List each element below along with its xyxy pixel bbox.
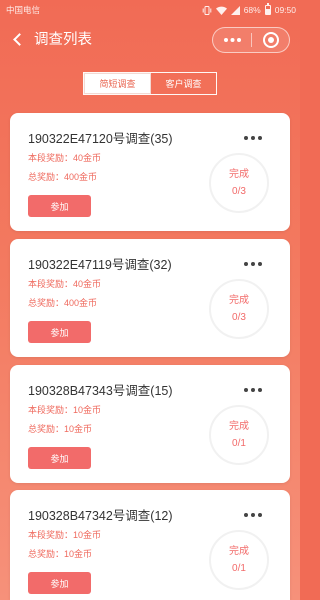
battery-icon [264, 3, 271, 15]
completion-label: 完成 [229, 169, 249, 180]
survey-title: 190328B47342号调查(12) [28, 509, 173, 523]
survey-title: 190322E47119号调查(32) [28, 258, 172, 272]
segment-reward: 本段奖励：10金币 [28, 529, 101, 541]
tab-customer-survey[interactable]: 客户调查 [151, 73, 216, 94]
survey-card: 190322E47119号调查(32) 本段奖励：40金币 总奖励：400金币 … [10, 239, 290, 357]
segment-reward-value: 10金币 [73, 530, 102, 540]
total-reward: 总奖励：10金币 [28, 548, 92, 560]
battery-level [265, 8, 270, 14]
total-reward-value: 10金币 [64, 424, 93, 434]
completion-progress: 0/3 [232, 186, 246, 197]
tab-short-survey[interactable]: 简短调查 [84, 73, 151, 94]
more-icon[interactable] [244, 262, 248, 266]
join-button[interactable]: 参加 [28, 321, 91, 343]
completion-circle: 完成 0/3 [209, 279, 269, 339]
battery-percent: 68% [243, 5, 261, 15]
completion-label: 完成 [229, 421, 249, 432]
page-title: 调查列表 [34, 32, 92, 48]
total-reward: 总奖励：400金币 [28, 297, 97, 309]
total-reward-value: 400金币 [64, 172, 98, 182]
segment-reward-label: 本段奖励： [28, 153, 74, 163]
segment-reward-value: 40金币 [73, 279, 102, 289]
segment-reward: 本段奖励：10金币 [28, 404, 101, 416]
total-reward-label: 总奖励： [28, 424, 65, 434]
wifi-icon [215, 6, 227, 15]
segment-reward-value: 10金币 [73, 405, 102, 415]
mini-program-capsule [212, 27, 290, 53]
status-bar: 中国电信 68% 09:50 [0, 0, 300, 20]
status-icons: 68% 09:50 [202, 3, 296, 15]
completion-progress: 0/1 [232, 563, 246, 574]
more-icon[interactable] [244, 388, 248, 392]
total-reward-label: 总奖励： [28, 549, 65, 559]
survey-type-tabs: 简短调查 客户调查 [83, 72, 217, 95]
total-reward-label: 总奖励： [28, 298, 65, 308]
completion-label: 完成 [229, 295, 249, 306]
more-dots [224, 38, 228, 42]
more-icon[interactable] [244, 136, 248, 140]
more-dots-icon[interactable] [213, 28, 251, 52]
segment-reward: 本段奖励：40金币 [28, 152, 101, 164]
clock: 09:50 [274, 5, 296, 15]
completion-progress: 0/1 [232, 438, 246, 449]
segment-reward-label: 本段奖励： [28, 530, 74, 540]
survey-title: 190322E47120号调查(35) [28, 132, 173, 146]
total-reward: 总奖励：400金币 [28, 171, 97, 183]
back-chevron [13, 33, 26, 46]
segment-reward-label: 本段奖励： [28, 279, 74, 289]
completion-circle: 完成 0/3 [209, 153, 269, 213]
completion-progress: 0/3 [232, 312, 246, 323]
segment-reward-value: 40金币 [73, 153, 102, 163]
more-icon[interactable] [244, 513, 248, 517]
carrier-name: 中国电信 [6, 5, 41, 15]
total-reward-label: 总奖励： [28, 172, 65, 182]
segment-reward: 本段奖励：40金币 [28, 278, 101, 290]
chevron-left-icon[interactable] [8, 30, 28, 50]
survey-card: 190328B47342号调查(12) 本段奖励：10金币 总奖励：10金币 参… [10, 490, 290, 600]
completion-label: 完成 [229, 546, 249, 557]
survey-list-screen: 中国电信 68% 09:50 调查列表 简短调查 客户调查 190322E471… [0, 0, 300, 600]
join-button[interactable]: 参加 [28, 572, 91, 594]
signal-icon [230, 5, 240, 15]
join-button[interactable]: 参加 [28, 447, 91, 469]
target-ring [263, 32, 279, 48]
completion-circle: 完成 0/1 [209, 405, 269, 465]
completion-circle: 完成 0/1 [209, 530, 269, 590]
total-reward-value: 400金币 [64, 298, 98, 308]
vibrate-icon [202, 5, 212, 15]
total-reward: 总奖励：10金币 [28, 423, 92, 435]
total-reward-value: 10金币 [64, 549, 93, 559]
target-circle-icon[interactable] [252, 28, 289, 52]
survey-title: 190328B47343号调查(15) [28, 384, 173, 398]
join-button[interactable]: 参加 [28, 195, 91, 217]
survey-card: 190328B47343号调查(15) 本段奖励：10金币 总奖励：10金币 参… [10, 365, 290, 483]
survey-card: 190322E47120号调查(35) 本段奖励：40金币 总奖励：400金币 … [10, 113, 290, 231]
segment-reward-label: 本段奖励： [28, 405, 74, 415]
